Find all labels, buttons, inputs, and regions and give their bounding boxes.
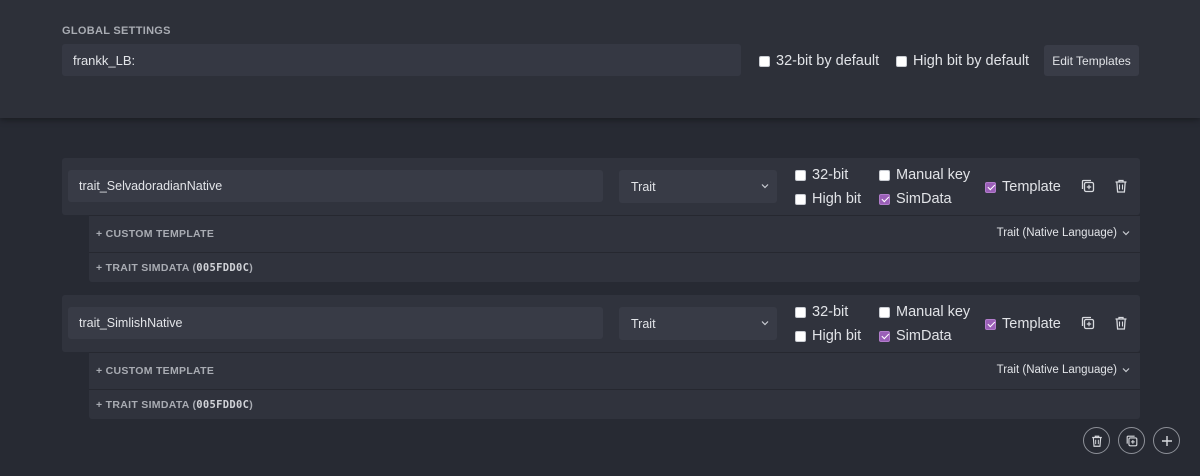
highbit-default-checkbox-box[interactable] (896, 55, 907, 67)
delete-entry-button[interactable] (1111, 176, 1131, 196)
entry-simdata-checkbox-box[interactable] (879, 330, 890, 342)
chevron-down-icon (761, 184, 769, 189)
duplicate-icon (1126, 435, 1137, 446)
entry-manual-key-label: Manual key (896, 167, 971, 183)
entry-simdata-label: SimData (896, 328, 952, 344)
entry-type-value: Trait (631, 316, 656, 331)
trash-icon (1115, 316, 1127, 330)
trait-simdata-close: ) (249, 262, 254, 274)
entry-name-input[interactable] (68, 170, 603, 202)
entry-template-checkbox[interactable]: Template (985, 316, 1061, 332)
entry-32bit-label: 32-bit (812, 304, 849, 320)
entry-template-label: Template (1002, 316, 1061, 332)
highbit-default-checkbox[interactable]: High bit by default (896, 53, 1029, 69)
trait-simdata-row: + TRAIT SIMDATA (005FDD0C) (89, 389, 1140, 419)
trait-simdata-hex: 005FDD0C (196, 262, 250, 274)
32bit-default-checkbox[interactable]: 32-bit by default (759, 53, 879, 69)
trait-simdata-label: + TRAIT SIMDATA ( (96, 399, 197, 411)
entry-simdata-checkbox[interactable]: SimData (879, 191, 952, 207)
entry-card: Trait 32-bit Manual key High bit SimData… (62, 295, 1140, 352)
trash-icon (1091, 435, 1102, 447)
entry-template-label: Template (1002, 179, 1061, 195)
global-settings-title: GLOBAL SETTINGS (62, 25, 171, 37)
template-select[interactable]: Trait (Native Language) (997, 364, 1130, 376)
prefix-input[interactable] (62, 44, 741, 76)
edit-templates-button[interactable]: Edit Templates (1044, 45, 1139, 76)
template-select-value: Trait (Native Language) (996, 227, 1117, 239)
custom-template-toggle[interactable]: + CUSTOM TEMPLATE (96, 228, 214, 240)
delete-all-button[interactable] (1083, 427, 1110, 454)
custom-template-row: + CUSTOM TEMPLATE Trait (Native Language… (89, 352, 1140, 389)
duplicate-all-button[interactable] (1118, 427, 1145, 454)
entry-name-input[interactable] (68, 307, 603, 339)
entry-high-bit-checkbox[interactable]: High bit (795, 328, 861, 344)
trait-simdata-row: + TRAIT SIMDATA (005FDD0C) (89, 252, 1140, 282)
entry-high-bit-label: High bit (812, 328, 862, 344)
entry-high-bit-checkbox-box[interactable] (795, 330, 806, 342)
entry-manual-key-checkbox[interactable]: Manual key (879, 167, 970, 183)
duplicate-entry-button[interactable] (1078, 176, 1098, 196)
32bit-default-label: 32-bit by default (776, 53, 880, 69)
delete-entry-button[interactable] (1111, 313, 1131, 333)
trait-simdata-label: + TRAIT SIMDATA ( (96, 262, 197, 274)
plus-icon (1161, 435, 1172, 446)
entry-32bit-label: 32-bit (812, 167, 849, 183)
trash-icon (1115, 179, 1127, 193)
chevron-down-icon (761, 321, 769, 326)
entry-high-bit-checkbox-box[interactable] (795, 193, 806, 205)
entry-32bit-checkbox-box[interactable] (795, 306, 806, 318)
entry-card: Trait 32-bit Manual key High bit SimData… (62, 158, 1140, 215)
entry-high-bit-checkbox[interactable]: High bit (795, 191, 861, 207)
global-settings-panel: GLOBAL SETTINGS 32-bit by default High b… (0, 0, 1200, 118)
entry-type-select[interactable]: Trait (619, 307, 777, 340)
entry-template-checkbox-box[interactable] (985, 181, 996, 193)
entry-32bit-checkbox[interactable]: 32-bit (795, 304, 848, 320)
add-entry-button[interactable] (1153, 427, 1180, 454)
32bit-default-checkbox-box[interactable] (759, 55, 770, 67)
trait-simdata-toggle[interactable]: + TRAIT SIMDATA (005FDD0C) (96, 262, 253, 274)
chevron-down-icon (1122, 231, 1130, 236)
chevron-down-icon (1122, 368, 1130, 373)
entry-32bit-checkbox[interactable]: 32-bit (795, 167, 848, 183)
entry-manual-key-label: Manual key (896, 304, 971, 320)
highbit-default-label: High bit by default (913, 53, 1030, 69)
entry-template-checkbox[interactable]: Template (985, 179, 1061, 195)
trait-simdata-close: ) (249, 399, 254, 411)
entry-template-checkbox-box[interactable] (985, 318, 996, 330)
entry-simdata-label: SimData (896, 191, 952, 207)
entry-type-select[interactable]: Trait (619, 170, 777, 203)
duplicate-icon (1081, 179, 1095, 193)
entry-simdata-checkbox[interactable]: SimData (879, 328, 952, 344)
entry-manual-key-checkbox-box[interactable] (879, 169, 890, 181)
entry-simdata-checkbox-box[interactable] (879, 193, 890, 205)
template-select-value: Trait (Native Language) (996, 364, 1117, 376)
custom-template-toggle[interactable]: + CUSTOM TEMPLATE (96, 365, 214, 377)
trait-simdata-toggle[interactable]: + TRAIT SIMDATA (005FDD0C) (96, 399, 253, 411)
custom-template-row: + CUSTOM TEMPLATE Trait (Native Language… (89, 215, 1140, 252)
entry-32bit-checkbox-box[interactable] (795, 169, 806, 181)
duplicate-entry-button[interactable] (1078, 313, 1098, 333)
entry-type-value: Trait (631, 179, 656, 194)
entry-manual-key-checkbox[interactable]: Manual key (879, 304, 970, 320)
entry-manual-key-checkbox-box[interactable] (879, 306, 890, 318)
entry-high-bit-label: High bit (812, 191, 862, 207)
duplicate-icon (1081, 316, 1095, 330)
trait-simdata-hex: 005FDD0C (196, 399, 250, 411)
template-select[interactable]: Trait (Native Language) (997, 227, 1130, 239)
